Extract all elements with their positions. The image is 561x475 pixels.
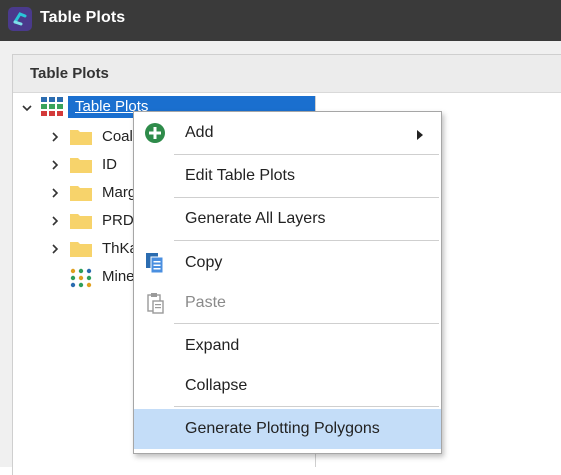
menu-label: Generate Plotting Polygons: [185, 420, 380, 437]
tree-item-label: PRD: [102, 212, 134, 229]
menu-label: Add: [185, 124, 214, 141]
add-circle-icon: [145, 123, 165, 143]
menu-item-generate-all-layers[interactable]: Generate All Layers: [134, 200, 441, 238]
menu-separator: [174, 323, 439, 324]
grid-table-icon: [41, 97, 63, 116]
menu-item-add[interactable]: Add: [134, 114, 441, 152]
window-title: Table Plots: [40, 9, 126, 26]
title-bar: Table Plots: [0, 0, 561, 41]
menu-separator: [174, 154, 439, 155]
folder-icon: [70, 158, 92, 173]
paste-icon: [147, 293, 164, 314]
panel-header: Table Plots: [13, 55, 561, 93]
folder-icon: [70, 130, 92, 145]
expand-chevron-icon[interactable]: [48, 186, 62, 200]
menu-label: Copy: [185, 254, 223, 271]
context-menu: Add Edit Table Plots Generate All Layers…: [133, 111, 442, 454]
expand-chevron-icon[interactable]: [48, 130, 62, 144]
menu-item-edit-table-plots[interactable]: Edit Table Plots: [134, 157, 441, 195]
menu-item-copy[interactable]: Copy: [134, 244, 441, 282]
app-logo-icon: [8, 7, 32, 31]
menu-item-paste[interactable]: Paste: [134, 284, 441, 322]
folder-icon: [70, 242, 92, 257]
tree-item-label: ID: [102, 156, 117, 173]
menu-label: Edit Table Plots: [185, 167, 295, 184]
menu-label: Generate All Layers: [185, 210, 326, 227]
menu-label: Expand: [185, 337, 240, 354]
menu-label: Paste: [185, 294, 226, 311]
copy-icon: [146, 253, 164, 274]
menu-item-collapse[interactable]: Collapse: [134, 367, 441, 405]
expand-chevron-icon[interactable]: [48, 214, 62, 228]
panel-title: Table Plots: [30, 65, 109, 82]
expand-chevron-icon[interactable]: [48, 158, 62, 172]
tree-item-label: Marg: [102, 184, 137, 201]
collapse-chevron-icon[interactable]: [20, 101, 34, 115]
submenu-arrow-icon: [417, 130, 423, 140]
folder-icon: [70, 214, 92, 229]
menu-separator: [174, 406, 439, 407]
menu-label: Collapse: [185, 377, 248, 394]
expand-chevron-icon[interactable]: [48, 242, 62, 256]
menu-separator: [174, 240, 439, 241]
menu-item-generate-plotting-polygons[interactable]: Generate Plotting Polygons: [134, 409, 441, 449]
menu-item-expand[interactable]: Expand: [134, 327, 441, 365]
menu-separator: [174, 197, 439, 198]
folder-icon: [70, 186, 92, 201]
tree-item-label: Mine: [102, 268, 135, 285]
dots-plot-icon: [70, 268, 92, 288]
tree-item-label: Coal: [102, 128, 133, 145]
